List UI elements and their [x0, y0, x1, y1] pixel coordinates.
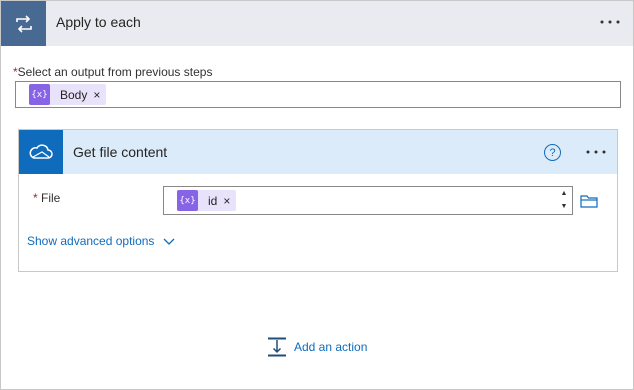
remove-token-icon[interactable]: ×	[223, 194, 236, 208]
output-field-input[interactable]: {x} Body ×	[15, 81, 621, 108]
loop-title: Apply to each	[56, 14, 141, 30]
onedrive-cloud-icon	[19, 130, 63, 174]
remove-token-icon[interactable]: ×	[93, 88, 106, 102]
apply-to-each-card: Apply to each *Select an output from pre…	[0, 0, 634, 390]
loop-header[interactable]: Apply to each	[1, 1, 633, 46]
add-an-action-button[interactable]: Add an action	[267, 337, 367, 357]
folder-icon[interactable]	[575, 186, 602, 215]
file-field-label-text: File	[41, 191, 61, 205]
advanced-options-label: Show advanced options	[27, 234, 155, 248]
get-file-content-card: Get file content ? * File {x} id × ▲ ▼ S…	[18, 129, 618, 272]
token-label: id	[208, 193, 218, 208]
show-advanced-options-link[interactable]: Show advanced options	[27, 234, 175, 248]
file-field-label: * File	[33, 191, 60, 205]
id-token[interactable]: {x} id ×	[177, 190, 237, 211]
add-action-icon	[268, 337, 286, 357]
action-title: Get file content	[73, 144, 168, 160]
more-icon[interactable]	[597, 9, 623, 35]
add-action-label: Add an action	[294, 340, 368, 354]
scroll-up-icon[interactable]: ▲	[561, 190, 568, 198]
file-input[interactable]: {x} id × ▲ ▼	[163, 186, 573, 215]
required-mark: *	[33, 191, 38, 205]
expression-icon: {x}	[29, 84, 50, 105]
token-label: Body	[60, 87, 88, 102]
output-field-label-text: Select an output from previous steps	[17, 65, 213, 79]
expression-icon: {x}	[177, 190, 198, 211]
body-token[interactable]: {x} Body ×	[29, 84, 107, 105]
scroll-down-icon[interactable]: ▼	[561, 203, 568, 211]
action-header[interactable]: Get file content ?	[19, 130, 617, 174]
more-icon[interactable]	[583, 139, 609, 165]
loop-icon	[1, 1, 46, 46]
file-input-scroller[interactable]: ▲ ▼	[556, 187, 572, 214]
chevron-down-icon	[163, 238, 175, 245]
output-field-label: *Select an output from previous steps	[13, 65, 212, 79]
help-icon[interactable]: ?	[544, 144, 561, 161]
